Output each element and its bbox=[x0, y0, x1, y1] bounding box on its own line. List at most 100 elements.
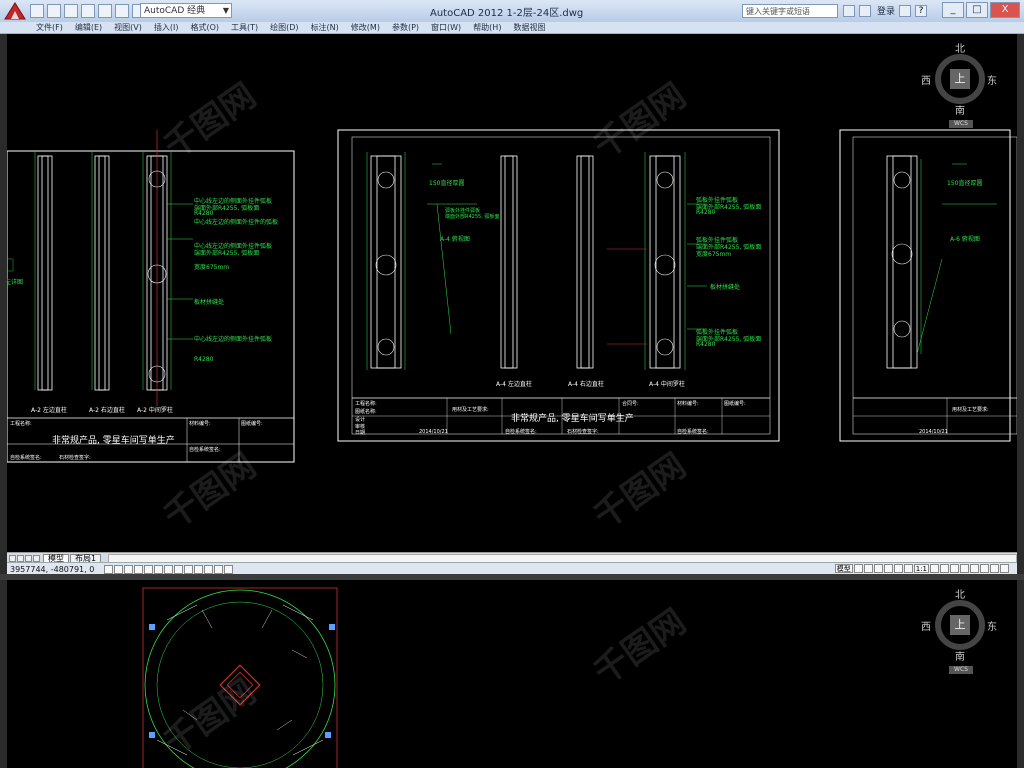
sheet2-note: 端面外部R4255, 弧板面 bbox=[445, 214, 500, 220]
annotation-scale[interactable]: 1:1 bbox=[913, 564, 929, 573]
polar-icon[interactable] bbox=[134, 564, 143, 574]
workspace-switch-icon[interactable] bbox=[950, 564, 959, 573]
sheet2-tb-date: 2014/10/21 bbox=[419, 429, 448, 435]
hardware-accel-icon[interactable] bbox=[970, 564, 979, 573]
lwt-icon[interactable] bbox=[184, 564, 193, 574]
menu-dimension[interactable]: 标注(N) bbox=[305, 22, 345, 33]
viewcube[interactable]: 上 北 南 西 东 WCS bbox=[921, 586, 1007, 674]
sheet3-tb-material: 用材及工艺要求: bbox=[952, 407, 989, 413]
am-icon[interactable] bbox=[224, 564, 233, 574]
sheet2-column-label: A-4 左边直柱 bbox=[496, 381, 532, 388]
print-icon[interactable] bbox=[98, 4, 112, 18]
sheet2-note: 板材拼缝处 bbox=[710, 284, 741, 291]
menu-modify[interactable]: 修改(M) bbox=[345, 22, 386, 33]
lock-icon[interactable] bbox=[960, 564, 969, 573]
menu-file[interactable]: 文件(F) bbox=[30, 22, 69, 33]
save-as-icon[interactable] bbox=[81, 4, 95, 18]
sheet1-tb-cell: 材料编号: bbox=[189, 421, 211, 427]
menu-insert[interactable]: 插入(I) bbox=[148, 22, 185, 33]
tab-last-icon[interactable] bbox=[33, 554, 40, 562]
drawing-viewport-bottom[interactable]: 上 北 南 西 东 WCS 千图网 千图网 bbox=[7, 580, 1017, 768]
drawing-canvas bbox=[7, 129, 1017, 463]
snap-icon[interactable] bbox=[104, 564, 113, 574]
menu-window[interactable]: 窗口(W) bbox=[425, 22, 467, 33]
sheet2-title-block-main: 非常规产品, 零星车间写单生产 bbox=[511, 414, 634, 424]
compass-north[interactable]: 北 bbox=[955, 586, 965, 601]
menu-view[interactable]: 视图(V) bbox=[108, 22, 148, 33]
compass-east[interactable]: 东 bbox=[987, 618, 997, 633]
viewcube-top-face[interactable]: 上 bbox=[950, 615, 970, 635]
grid-icon[interactable] bbox=[114, 564, 123, 574]
login-button[interactable]: 登录 bbox=[877, 4, 895, 17]
qp-icon[interactable] bbox=[204, 564, 213, 574]
zoom-icon[interactable] bbox=[883, 564, 893, 573]
sheet2-note: 宽度675mm bbox=[696, 251, 732, 258]
drawing-viewport-top[interactable]: 左详图 中心线左边的侧面外挂件弧板 端面外部R4255, 弧板面 R4280 中… bbox=[7, 34, 1017, 552]
new-file-icon[interactable] bbox=[30, 4, 44, 18]
chevron-down-icon: ▼ bbox=[222, 6, 229, 15]
model-space-button[interactable]: 模型 bbox=[834, 564, 853, 573]
sheet1-note: 端面外部R4255, 弧板面 bbox=[194, 250, 260, 257]
drafting-toggles bbox=[104, 564, 233, 574]
viewcube[interactable]: 上 北 南 西 东 WCS bbox=[921, 40, 1007, 128]
otrack-icon[interactable] bbox=[154, 564, 163, 574]
close-button[interactable]: X bbox=[990, 2, 1020, 18]
help-icon[interactable]: ? bbox=[915, 4, 928, 17]
showmotion-icon[interactable] bbox=[903, 564, 913, 573]
sheet1-tb-cell: 石材检查签字: bbox=[59, 455, 91, 461]
menu-format[interactable]: 格式(O) bbox=[184, 22, 225, 33]
compass-east[interactable]: 东 bbox=[987, 72, 997, 87]
sheet1-column-label: A-2 左边直柱 bbox=[31, 407, 67, 414]
sc-icon[interactable] bbox=[214, 564, 223, 574]
user-icon[interactable] bbox=[859, 4, 871, 17]
menu-help[interactable]: 帮助(H) bbox=[467, 22, 507, 33]
save-icon[interactable] bbox=[64, 4, 78, 18]
wcs-menu[interactable]: WCS bbox=[949, 666, 973, 674]
tpy-icon[interactable] bbox=[194, 564, 203, 574]
steering-wheel-icon[interactable] bbox=[893, 564, 903, 573]
compass-north[interactable]: 北 bbox=[955, 40, 965, 55]
pan-icon[interactable] bbox=[873, 564, 883, 573]
menu-parametric[interactable]: 参数(P) bbox=[386, 22, 425, 33]
quick-view-drawings-icon[interactable] bbox=[863, 564, 873, 573]
open-file-icon[interactable] bbox=[47, 4, 61, 18]
search-icon[interactable] bbox=[843, 4, 855, 17]
minimize-button[interactable]: _ bbox=[942, 2, 964, 18]
workspace-dropdown[interactable]: AutoCAD 经典 ▼ bbox=[140, 3, 232, 18]
menu-data-view[interactable]: 数据视图 bbox=[507, 22, 551, 33]
compass-west[interactable]: 西 bbox=[921, 618, 931, 633]
status-menu-icon[interactable] bbox=[990, 564, 999, 573]
menu-bar: 文件(F) 编辑(E) 视图(V) 插入(I) 格式(O) 工具(T) 绘图(D… bbox=[0, 22, 1024, 34]
search-input[interactable]: 键入关键字或短语 bbox=[742, 4, 838, 18]
compass-west[interactable]: 西 bbox=[921, 72, 931, 87]
sheet2-note: R4280 bbox=[696, 341, 716, 348]
compass-south[interactable]: 南 bbox=[955, 648, 965, 663]
clean-screen-icon[interactable] bbox=[1000, 564, 1009, 573]
menu-tools[interactable]: 工具(T) bbox=[225, 22, 264, 33]
tab-first-icon[interactable] bbox=[9, 554, 16, 562]
exchange-icon[interactable] bbox=[899, 4, 912, 17]
tab-prev-icon[interactable] bbox=[17, 554, 24, 562]
sheet2-header-label: 150直径厚圆 bbox=[429, 180, 465, 187]
tab-next-icon[interactable] bbox=[25, 554, 32, 562]
quick-view-layouts-icon[interactable] bbox=[853, 564, 863, 573]
autocad-app-icon[interactable] bbox=[2, 1, 28, 21]
undo-icon[interactable] bbox=[115, 4, 129, 18]
sheet1-tb-cell: 图纸编号: bbox=[241, 421, 263, 427]
plan-canvas bbox=[142, 587, 338, 768]
compass-south[interactable]: 南 bbox=[955, 102, 965, 117]
ortho-icon[interactable] bbox=[124, 564, 133, 574]
menu-draw[interactable]: 绘图(D) bbox=[264, 22, 304, 33]
osnap-icon[interactable] bbox=[144, 564, 153, 574]
sheet2-column-label: A-4 中间罗柱 bbox=[649, 381, 685, 388]
isolate-objects-icon[interactable] bbox=[980, 564, 989, 573]
menu-edit[interactable]: 编辑(E) bbox=[69, 22, 108, 33]
auto-scale-icon[interactable] bbox=[940, 564, 949, 573]
annotation-visibility-icon[interactable] bbox=[930, 564, 939, 573]
ducs-icon[interactable] bbox=[164, 564, 173, 574]
maximize-button[interactable]: □ bbox=[966, 2, 988, 18]
dyn-icon[interactable] bbox=[174, 564, 183, 574]
wcs-menu[interactable]: WCS bbox=[949, 120, 973, 128]
sheet1-note: 中心线左边的侧面外挂件弧板 bbox=[194, 336, 273, 343]
viewcube-top-face[interactable]: 上 bbox=[950, 69, 970, 89]
